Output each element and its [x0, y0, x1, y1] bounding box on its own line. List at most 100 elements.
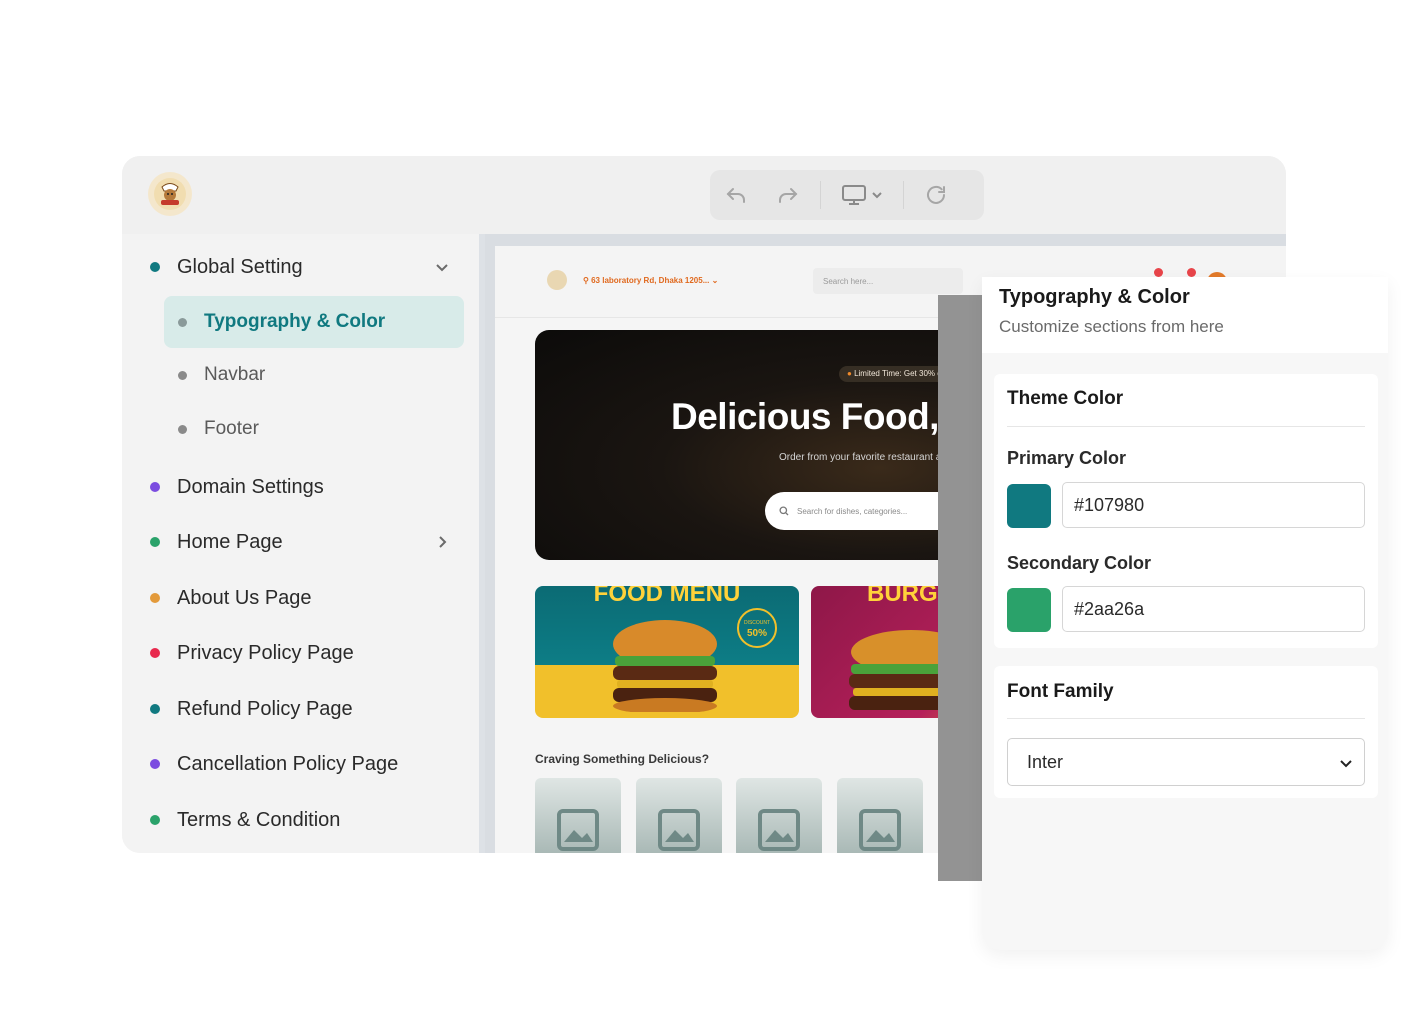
- chef-logo-icon: [154, 178, 186, 210]
- preview-logo: [547, 270, 567, 290]
- toolbar-divider: [903, 181, 904, 209]
- editor-topbar: [122, 156, 1286, 234]
- status-dot: [150, 648, 160, 658]
- card-title: Font Family: [1007, 681, 1114, 702]
- notification-badge: [1154, 268, 1163, 277]
- panel-overlay-shade: [938, 295, 982, 881]
- brand-logo[interactable]: [148, 172, 192, 216]
- preview-address-text: 63 laboratory Rd, Dhaka 1205...: [591, 276, 710, 285]
- sidebar-subitem-label: Footer: [204, 418, 259, 439]
- image-placeholder-icon: [557, 809, 599, 851]
- secondary-color-label: Secondary Color: [1007, 553, 1152, 573]
- status-dot: [150, 262, 160, 272]
- sidebar-item-label: Terms & Condition: [177, 808, 341, 831]
- card-title: Theme Color: [1007, 388, 1124, 409]
- search-icon: [779, 506, 789, 516]
- discount-label: DISCOUNT: [743, 620, 771, 626]
- sidebar-subitem-label: Typography & Color: [204, 311, 386, 332]
- card-divider: [1007, 718, 1365, 719]
- sidebar-item-about-us-page[interactable]: About Us Page: [150, 572, 450, 624]
- sidebar-item-label: Privacy Policy Page: [177, 641, 354, 664]
- sidebar-item-label: Global Setting: [177, 255, 303, 278]
- refresh-button[interactable]: [910, 170, 962, 220]
- sidebar-subitem-label: Navbar: [204, 364, 266, 385]
- undo-icon: [726, 188, 745, 203]
- sidebar-subitem-typography-color[interactable]: Typography & Color: [164, 296, 464, 348]
- theme-color-card: Theme Color Primary Color Secondary Colo…: [994, 374, 1378, 648]
- font-family-selected: Inter: [1027, 752, 1064, 772]
- sidebar-item-domain-settings[interactable]: Domain Settings: [150, 461, 450, 513]
- hero-search-placeholder: Search for dishes, categories...: [797, 507, 908, 516]
- image-placeholder-icon: [658, 809, 700, 851]
- card-divider: [1007, 426, 1365, 427]
- sidebar-item-privacy-policy-page[interactable]: Privacy Policy Page: [150, 627, 450, 679]
- preview-search[interactable]: Search here...: [813, 268, 963, 294]
- primary-color-swatch[interactable]: [1007, 484, 1051, 528]
- sidebar-item-global-setting[interactable]: Global Setting: [150, 241, 450, 293]
- undo-button[interactable]: [710, 170, 762, 220]
- panel-title: Typography & Color: [999, 286, 1190, 308]
- desktop-icon: [842, 185, 866, 205]
- sidebar-item-label: Cancellation Policy Page: [177, 752, 399, 775]
- discount-value: 50%: [746, 627, 767, 639]
- typography-color-panel: Typography & Color Customize sections fr…: [982, 277, 1388, 950]
- primary-color-input[interactable]: [1062, 482, 1365, 528]
- burger-image: [613, 620, 717, 712]
- chevron-right-icon: [439, 536, 447, 548]
- primary-color-label: Primary Color: [1007, 448, 1127, 468]
- sidebar-item-terms-condition[interactable]: Terms & Condition: [150, 794, 450, 846]
- hero-subtitle: Order from your favorite restaurant and …: [779, 452, 961, 463]
- status-dot: [178, 317, 187, 327]
- sidebar-item-cancellation-policy-page[interactable]: Cancellation Policy Page: [150, 738, 450, 790]
- chevron-down-icon: [436, 264, 448, 272]
- location-pin-icon: ⚲: [583, 276, 589, 285]
- refresh-icon: [927, 185, 945, 204]
- sidebar-item-refund-policy-page[interactable]: Refund Policy Page: [150, 683, 450, 735]
- promo-banner-food-menu[interactable]: FOOD MENU DISCOUNT 50%: [535, 586, 799, 718]
- sidebar-item-label: Refund Policy Page: [177, 697, 353, 720]
- image-placeholder-icon: [859, 809, 901, 851]
- section-title: Craving Something Delicious?: [535, 752, 710, 766]
- panel-subtitle: Customize sections from here: [999, 317, 1224, 336]
- sidebar-item-home-page[interactable]: Home Page: [150, 516, 450, 568]
- banner-title: FOOD MENU: [593, 586, 741, 607]
- redo-button[interactable]: [762, 170, 814, 220]
- chevron-down-icon: ⌄: [711, 276, 719, 285]
- chevron-down-icon: [1340, 760, 1352, 768]
- sidebar-item-label: Home Page: [177, 530, 283, 553]
- preview-hero: ● Limited Time: Get 30% off on Delicious…: [535, 330, 995, 560]
- status-dot: [150, 593, 160, 603]
- sidebar-subitem-navbar[interactable]: Navbar: [164, 349, 464, 401]
- status-dot: [150, 704, 160, 714]
- secondary-color-input[interactable]: [1062, 586, 1365, 632]
- redo-icon: [779, 188, 798, 203]
- secondary-color-swatch[interactable]: [1007, 588, 1051, 632]
- sidebar-subitem-footer[interactable]: Footer: [164, 403, 464, 455]
- category-tile[interactable]: [736, 778, 822, 853]
- category-tile[interactable]: [636, 778, 722, 853]
- settings-sidebar: Global Setting Typography & Color Navbar…: [122, 234, 479, 853]
- category-tile[interactable]: [535, 778, 621, 853]
- discount-badge: DISCOUNT 50%: [737, 608, 777, 648]
- font-family-select[interactable]: Inter: [1007, 738, 1365, 786]
- sidebar-item-label: Domain Settings: [177, 475, 324, 498]
- font-family-card: Font Family Inter: [994, 666, 1378, 798]
- status-dot: [150, 482, 160, 492]
- editor-toolbar: [710, 170, 984, 220]
- status-dot: [150, 815, 160, 825]
- fire-icon: ●: [847, 369, 852, 378]
- chevron-down-icon: [872, 192, 882, 199]
- sidebar-item-label: About Us Page: [177, 586, 312, 609]
- panel-header: Typography & Color Customize sections fr…: [982, 277, 1388, 353]
- preview-address[interactable]: ⚲ 63 laboratory Rd, Dhaka 1205... ⌄: [583, 276, 718, 285]
- status-dot: [178, 424, 187, 434]
- hero-title: Delicious Food, D: [671, 396, 975, 437]
- category-tile[interactable]: [837, 778, 923, 853]
- device-switcher[interactable]: [827, 170, 897, 220]
- status-dot: [178, 370, 187, 380]
- status-dot: [150, 759, 160, 769]
- status-dot: [150, 537, 160, 547]
- image-placeholder-icon: [758, 809, 800, 851]
- cart-badge: [1187, 268, 1196, 277]
- toolbar-divider: [820, 181, 821, 209]
